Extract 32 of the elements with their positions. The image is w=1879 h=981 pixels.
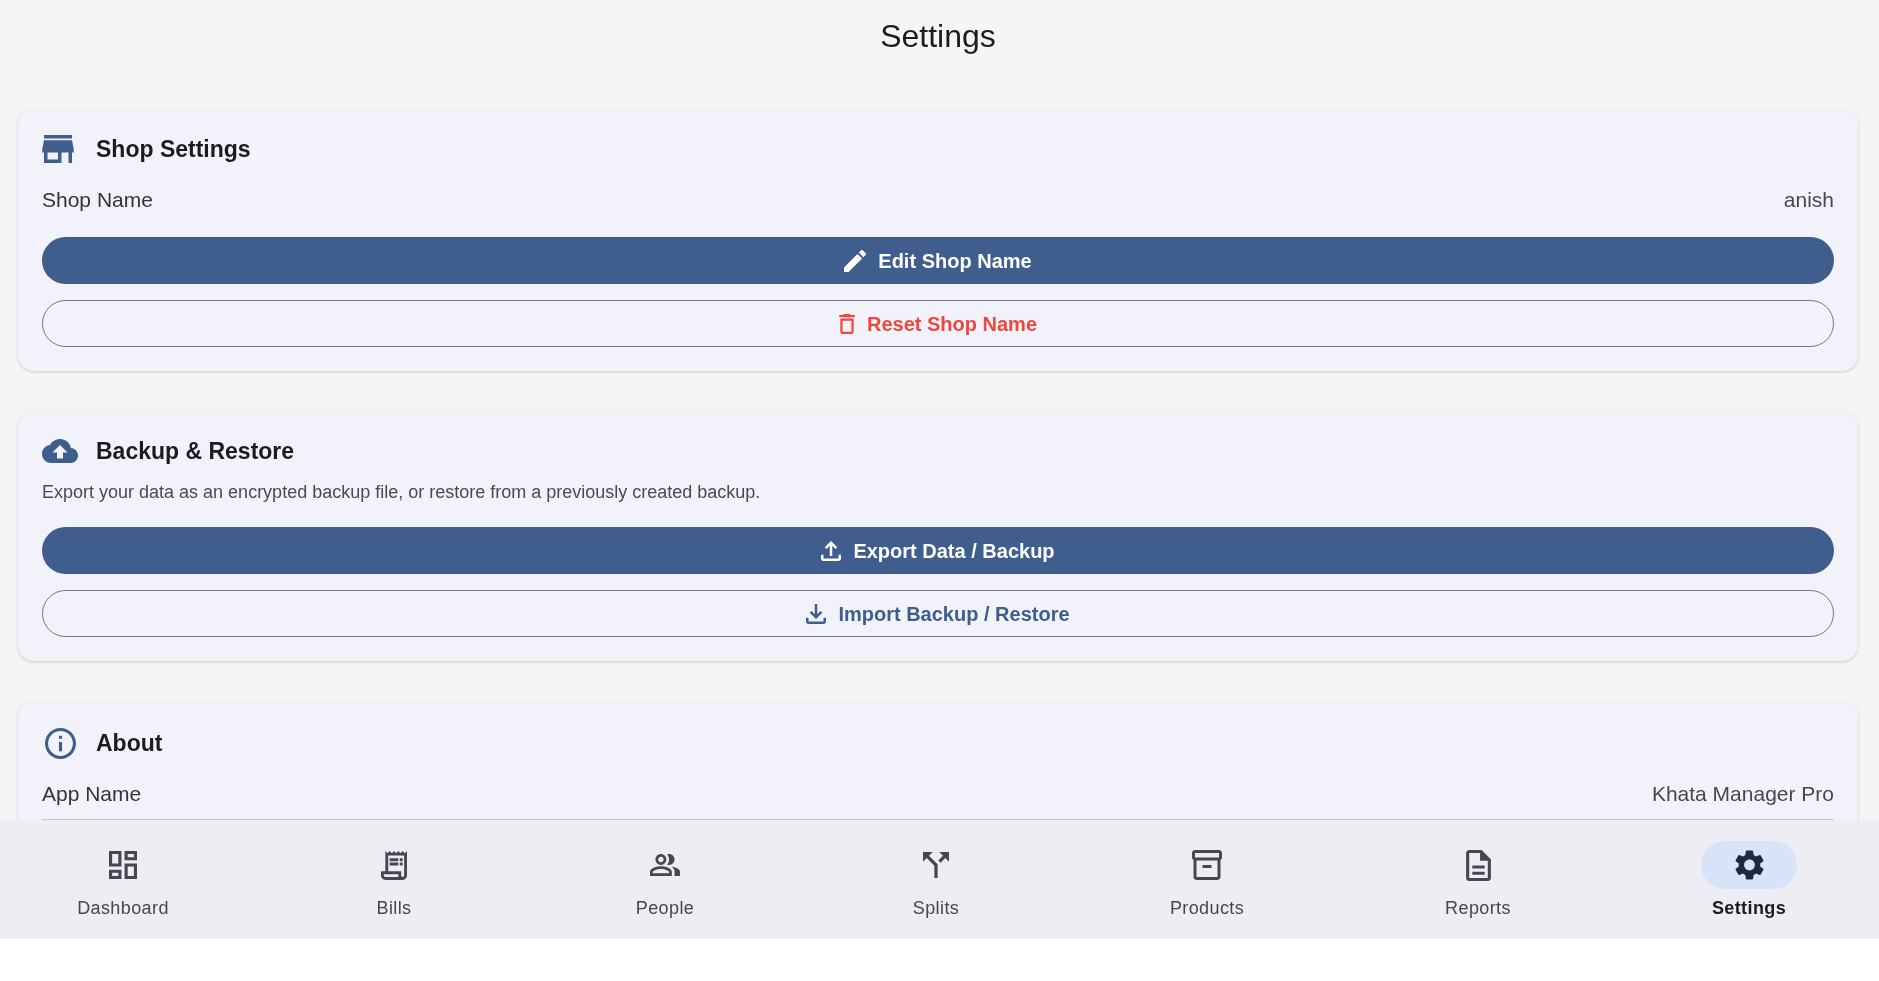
section-title: About (96, 729, 163, 758)
people-icon (650, 854, 680, 876)
setting-label: Shop Name (42, 187, 153, 213)
setting-value: anish (1783, 187, 1834, 213)
section-description: Export your data as an encrypted backup file, or restore from a previously created backup. (42, 481, 762, 504)
archive-box-icon (1192, 850, 1222, 880)
pencil-icon (844, 249, 867, 272)
download-icon (806, 603, 827, 624)
section-title: Shop Settings (96, 135, 251, 164)
nav-tab[interactable]: Bills (304, 841, 484, 920)
nav-tab[interactable]: People (575, 841, 755, 920)
nav-tab[interactable]: Reports (1388, 841, 1568, 920)
dashboard-icon (109, 851, 137, 879)
nav-tab[interactable]: Splits (846, 841, 1026, 920)
edit-name-button[interactable]: Edit Shop Name (42, 237, 1834, 284)
setting-value: Khata Manager Pro (1651, 781, 1834, 807)
trash-icon (838, 313, 855, 334)
nav-tab[interactable]: Dashboard (33, 841, 213, 920)
settings-icon (1734, 850, 1764, 880)
cloud-upload-icon (42, 439, 78, 463)
upload-icon (821, 540, 842, 561)
section-title: Backup & Restore (96, 437, 295, 466)
store-icon (42, 135, 74, 163)
nav-tab[interactable]: Settings (1659, 841, 1839, 920)
setting-label: App Name (42, 781, 142, 807)
split-arrows-icon (923, 852, 949, 878)
page-title: Settings (879, 17, 997, 56)
nav-tab[interactable]: Products (1117, 841, 1297, 920)
export-backup-button[interactable]: Export Data / Backup (42, 527, 1834, 574)
document-icon (1465, 849, 1491, 881)
receipt-icon (381, 850, 407, 880)
info-icon (45, 727, 76, 759)
